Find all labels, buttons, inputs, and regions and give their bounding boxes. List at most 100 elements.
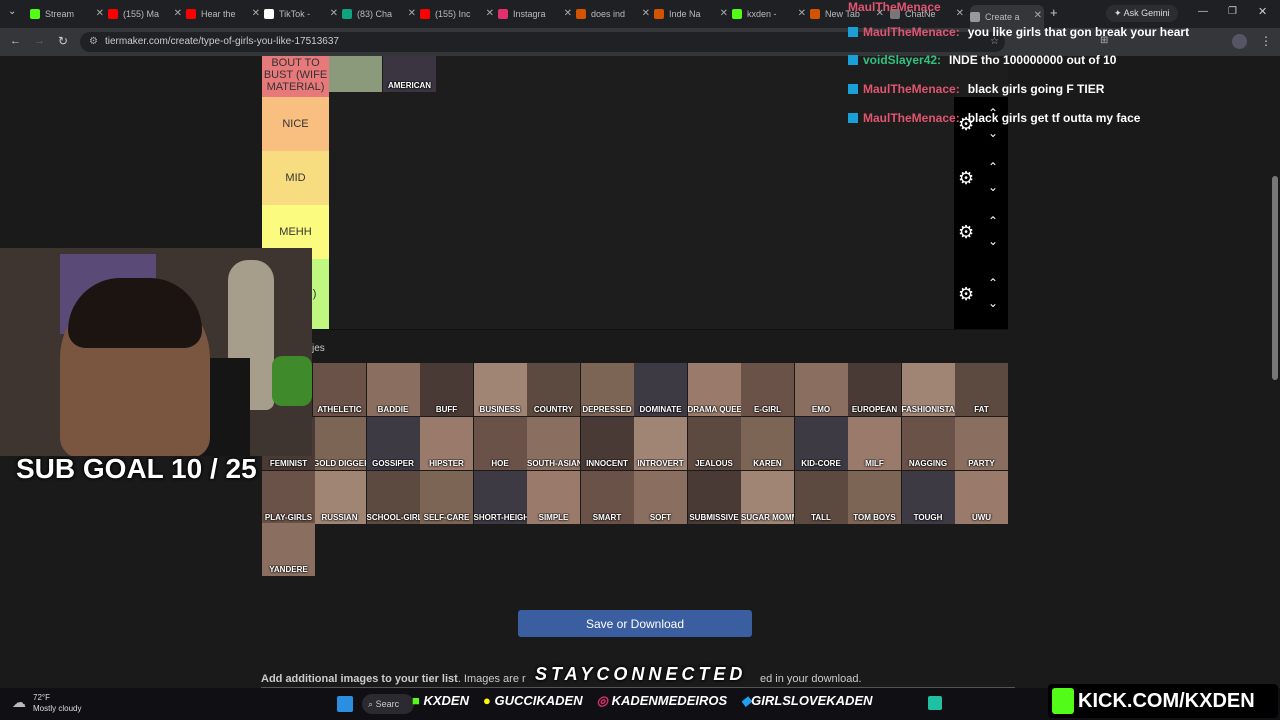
pool-item[interactable]: FAT [955,363,1008,416]
move-down-icon[interactable]: ⌄ [988,296,998,310]
pool-item[interactable]: E-GIRL [741,363,794,416]
pool-item[interactable]: INTROVERT [634,417,687,470]
pool-item[interactable]: PLAY-GIRLS [262,471,315,524]
pool-item[interactable]: BUSINESS [473,363,527,416]
browser-tab[interactable]: Inde Na ✕ [654,3,730,25]
taskbar-app-icon[interactable] [928,696,942,710]
scrollbar-thumb[interactable] [1272,176,1278,380]
weather-temp[interactable]: 72°F [33,693,50,702]
pool-item[interactable]: DEPRESSED [580,363,634,416]
pool-item[interactable]: SIMPLE [527,471,580,524]
pool-item[interactable]: TALL [794,471,848,524]
move-up-icon[interactable]: ⌃ [988,160,998,174]
snapchat-icon: ● [483,693,491,708]
pool-item[interactable]: PARTY [955,417,1008,470]
browser-tab[interactable]: kxden - ✕ [732,3,808,25]
browser-tab[interactable]: does ind ✕ [576,3,652,25]
pool-item[interactable]: YANDERE [262,523,315,576]
pool-item[interactable]: TOUGH [901,471,955,524]
pool-item[interactable]: DRAMA QUEEN [687,363,741,416]
profile-avatar[interactable] [1232,34,1247,49]
tab-list-button[interactable]: ⌄ [8,6,22,20]
close-tab-icon[interactable]: ✕ [720,8,728,19]
pool-item[interactable]: SOUTH-ASIAN [527,417,580,470]
close-tab-icon[interactable]: ✕ [408,8,416,19]
kick-banner: KICK.COM/KXDEN [1048,684,1278,718]
pool-item[interactable]: EMO [794,363,848,416]
move-down-icon[interactable]: ⌄ [988,180,998,194]
pool-item[interactable]: HOE [473,417,527,470]
browser-tab[interactable]: Hear the ✕ [186,3,262,25]
pool-item[interactable]: SOFT [634,471,687,524]
pool-item[interactable]: JEALOUS [687,417,741,470]
pool-item[interactable]: DOMINATE [634,363,687,416]
gear-icon[interactable]: ⚙ [958,284,974,305]
tab-favicon-icon [732,9,742,19]
tier-label[interactable]: NICE [262,97,329,151]
new-tab-button[interactable]: + [1050,5,1058,20]
pool-item[interactable]: TOM BOYS [848,471,901,524]
close-tab-icon[interactable]: ✕ [96,8,104,19]
pool-item[interactable]: GOSSIPER [366,417,420,470]
gear-icon[interactable]: ⚙ [958,222,974,243]
pool-item[interactable]: KID-CORE [794,417,848,470]
pool-item[interactable]: GOLD DIGGER [313,417,366,470]
chat-text: INDE tho 100000000 out of 10 [949,53,1117,67]
reload-icon[interactable]: ↻ [58,34,68,48]
close-tab-icon[interactable]: ✕ [564,8,572,19]
close-tab-icon[interactable]: ✕ [956,8,964,19]
move-down-icon[interactable]: ⌄ [988,234,998,248]
start-button[interactable] [337,696,353,712]
close-tab-icon[interactable]: ✕ [798,8,806,19]
restore-button[interactable]: ❐ [1228,6,1237,17]
pool-item[interactable]: SHORT-HEIGHTED [473,471,527,524]
close-window-button[interactable]: ✕ [1258,5,1267,18]
pool-item[interactable]: KAREN [741,417,794,470]
menu-icon[interactable]: ⋮ [1260,34,1272,48]
pool-item[interactable]: INNOCENT [580,417,634,470]
pool-item[interactable]: NAGGING [901,417,955,470]
minimize-button[interactable]: — [1198,6,1208,17]
pool-item[interactable]: RUSSIAN [313,471,366,524]
move-up-icon[interactable]: ⌃ [988,276,998,290]
pool-item[interactable]: BADDIE [366,363,420,416]
move-up-icon[interactable]: ⌃ [988,214,998,228]
tier-label[interactable]: MID [262,151,329,205]
taskbar: ☁ 72°F Mostly cloudy ⌕ Searc ■ KXDEN ● G… [0,684,1280,720]
browser-tab[interactable]: (155) Ma ✕ [108,3,184,25]
pool-item[interactable]: ATHELETIC [313,363,366,416]
kick-badge-icon [848,84,858,94]
pool-item[interactable]: SCHOOL-GIRLS [366,471,420,524]
pool-item[interactable]: SMART [580,471,634,524]
close-tab-icon[interactable]: ✕ [252,8,260,19]
pool-item[interactable]: SUGAR MOMMY [741,471,794,524]
site-info-icon[interactable]: ⚙ [89,32,98,52]
pool-item[interactable]: EUROPEAN [848,363,901,416]
save-download-button[interactable]: Save or Download [518,610,752,637]
browser-tab[interactable]: TikTok - ✕ [264,3,340,25]
tier-item[interactable]: AMERICAN [383,56,436,92]
gear-icon[interactable]: ⚙ [958,168,974,189]
pool-item[interactable]: HIPSTER [420,417,473,470]
pool-item[interactable]: BUFF [420,363,473,416]
pool-item[interactable]: SELF-CARE [420,471,473,524]
browser-tab[interactable]: (83) Cha ✕ [342,3,418,25]
close-tab-icon[interactable]: ✕ [486,8,494,19]
pool-item[interactable]: MILF [848,417,901,470]
tier-label[interactable]: BOUT TO BUST (WIFE MATERIAL) [262,56,329,97]
forward-icon[interactable]: → [34,35,45,47]
browser-tab[interactable]: Stream ✕ [30,3,106,25]
pool-item[interactable]: UWU [955,471,1008,524]
back-icon[interactable]: ← [10,35,21,47]
pool-item[interactable]: SUBMISSIVE [687,471,741,524]
close-tab-icon[interactable]: ✕ [174,8,182,19]
browser-tab[interactable]: (155) Inc ✕ [420,3,496,25]
close-tab-icon[interactable]: ✕ [330,8,338,19]
scrollbar[interactable] [1271,56,1279,688]
tier-item[interactable] [329,56,382,92]
browser-tab[interactable]: Instagra ✕ [498,3,574,25]
close-tab-icon[interactable]: ✕ [642,8,650,19]
pool-item[interactable]: FASHIONISTA [901,363,955,416]
taskbar-search[interactable]: ⌕ Searc [362,694,414,714]
pool-item[interactable]: COUNTRY [527,363,580,416]
